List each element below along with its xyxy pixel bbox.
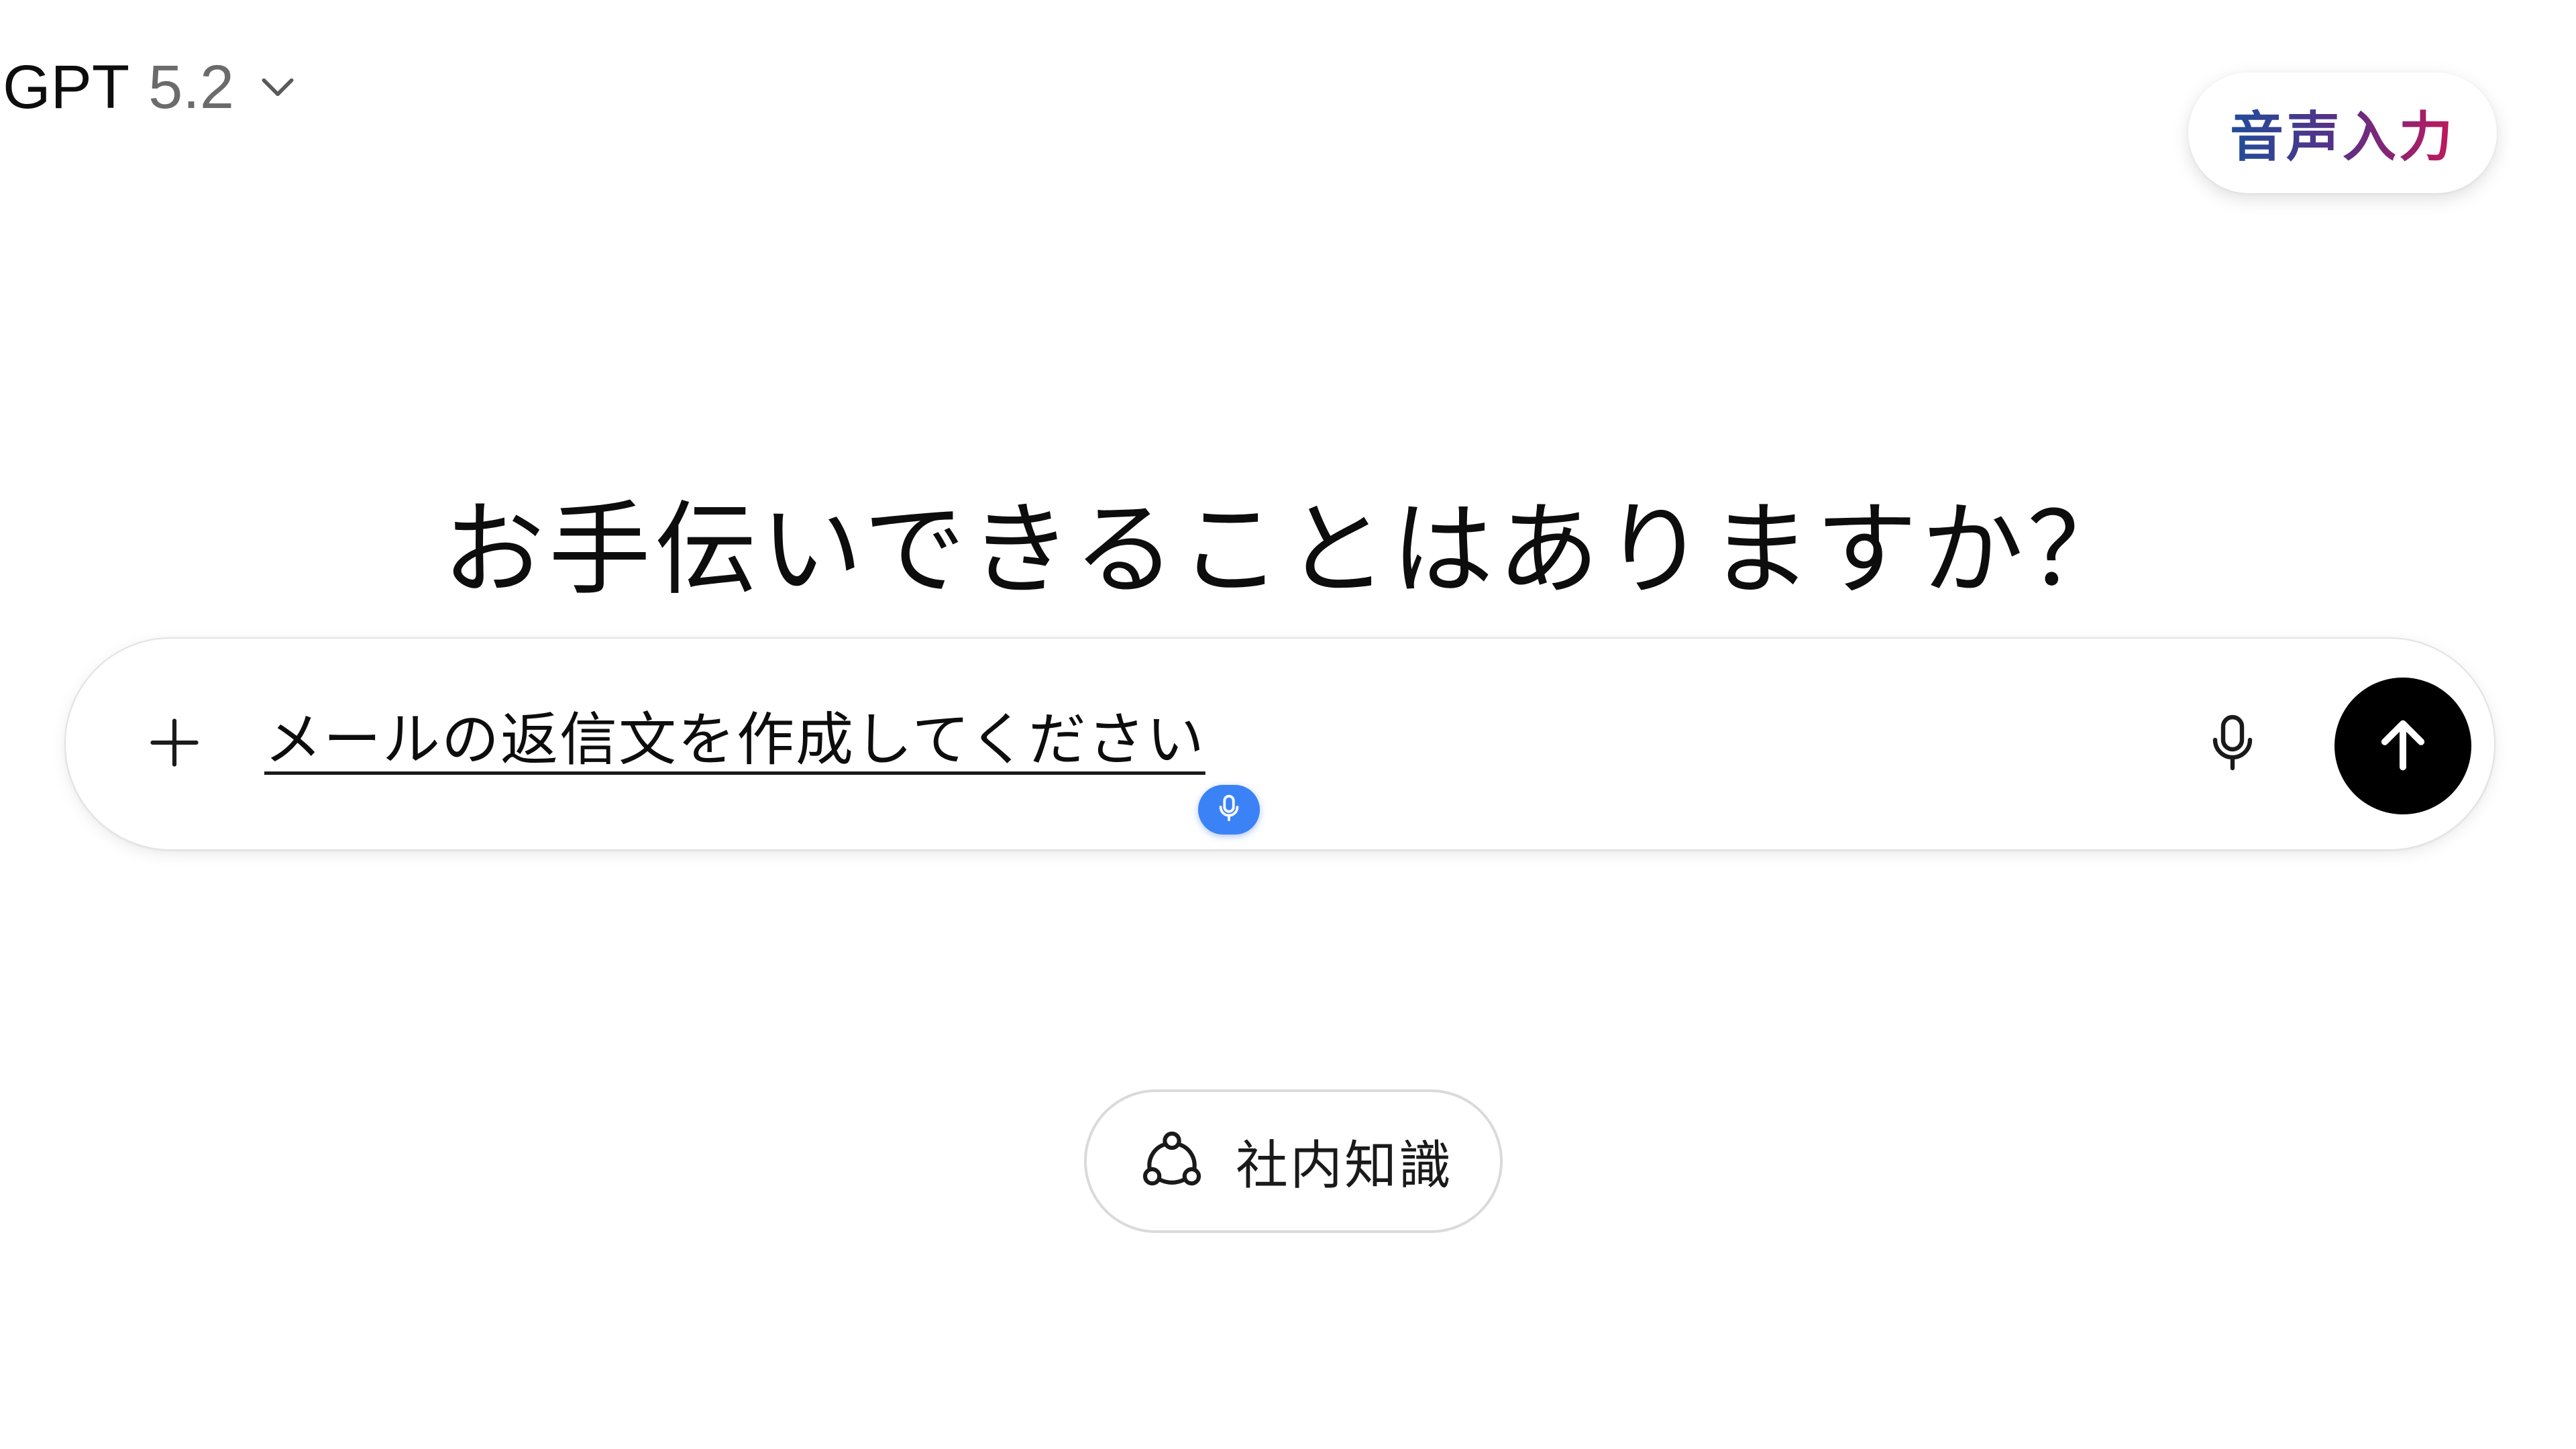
send-button[interactable]	[2334, 678, 2471, 814]
arrow-up-icon	[2369, 711, 2436, 781]
chat-home-page: GPT 5.2 音声入力 お手伝いできることはありますか？ メールの返信文を作成…	[0, 0, 2576, 1449]
plus-icon	[144, 712, 205, 776]
voice-dictation-button[interactable]	[2186, 697, 2279, 791]
company-knowledge-label: 社内知識	[1236, 1136, 1454, 1196]
prompt-input[interactable]: メールの返信文を作成してください	[264, 703, 1205, 777]
model-name: GPT	[3, 52, 130, 121]
prompt-composer: メールの返信文を作成してください	[64, 637, 2496, 851]
model-selector[interactable]: GPT 5.2	[3, 46, 299, 129]
microphone-icon	[2200, 710, 2265, 777]
chevron-down-icon	[257, 66, 299, 108]
microphone-icon	[1214, 793, 1244, 826]
connected-nodes-icon	[1139, 1127, 1205, 1195]
voice-input-button[interactable]: 音声入力	[2188, 72, 2497, 193]
company-knowledge-chip[interactable]: 社内知識	[1084, 1089, 1503, 1233]
add-attachment-button[interactable]	[134, 704, 215, 784]
voice-input-label: 音声入力	[2230, 94, 2455, 172]
dictation-indicator[interactable]	[1198, 785, 1260, 835]
page-title: お手伝いできることはありますか？	[442, 490, 2134, 609]
model-version: 5.2	[148, 52, 235, 121]
